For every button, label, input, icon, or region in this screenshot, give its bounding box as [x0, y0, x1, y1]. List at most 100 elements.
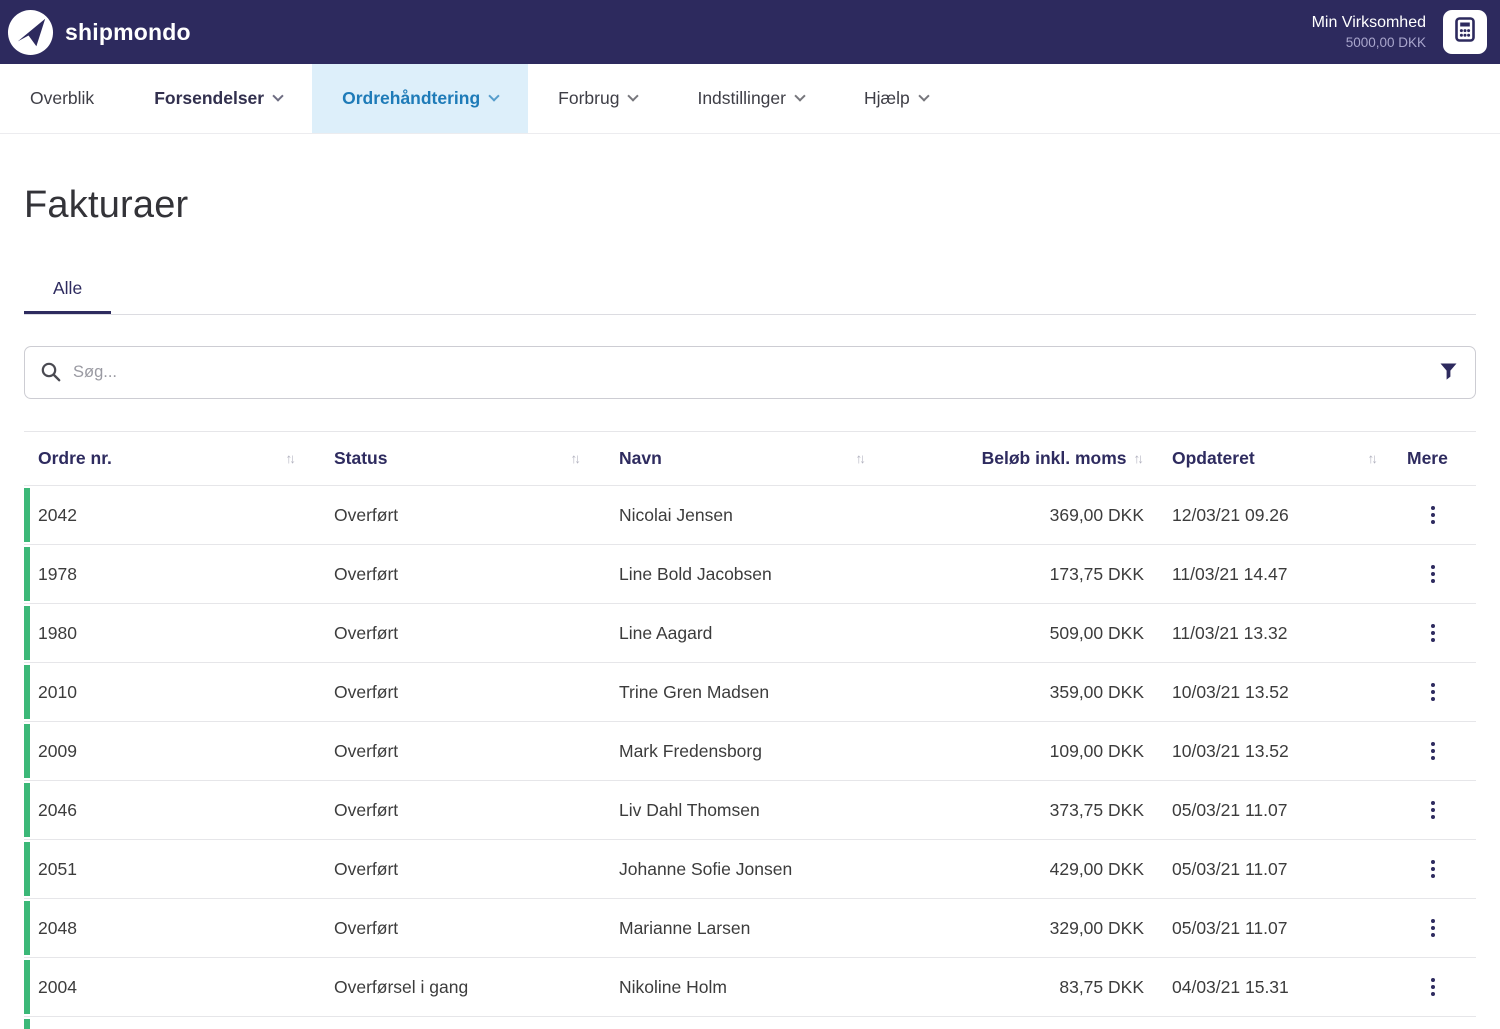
- cell-amount: 83,75 DKK: [890, 977, 1150, 998]
- search-row: [24, 346, 1476, 399]
- cell-name: Line Bold Jacobsen: [605, 564, 890, 585]
- nav-item-ordreh-ndtering[interactable]: Ordrehåndtering: [312, 64, 528, 133]
- cell-amount: 329,00 DKK: [890, 918, 1150, 939]
- cell-more: [1390, 559, 1476, 589]
- cell-name: Nicolai Jensen: [605, 505, 890, 526]
- cell-status: Overførsel i gang: [320, 977, 605, 998]
- balance-widget-button[interactable]: [1443, 10, 1487, 54]
- more-options-icon[interactable]: [1423, 677, 1443, 707]
- cell-name: Line Aagard: [605, 623, 890, 644]
- invoice-table: Ordre nr.↑↓Status↑↓Navn↑↓Beløb inkl. mom…: [24, 431, 1476, 1027]
- cell-more: [1390, 500, 1476, 530]
- cell-updated: 05/03/21 11.07: [1150, 918, 1390, 939]
- more-options-icon[interactable]: [1423, 913, 1443, 943]
- cell-name: Nikoline Holm: [605, 977, 890, 998]
- tabs: Alle: [24, 263, 1476, 315]
- table-row[interactable]: 2042OverførtNicolai Jensen369,00 DKK12/0…: [24, 486, 1476, 545]
- nav-item-label: Forbrug: [558, 88, 619, 109]
- nav-item-forbrug[interactable]: Forbrug: [528, 64, 667, 133]
- topbar: shipmondo Min Virksomhed 5000,00 DKK: [0, 0, 1500, 64]
- chevron-down-icon: [272, 90, 283, 101]
- chevron-down-icon: [918, 90, 929, 101]
- cell-updated: 11/03/21 13.32: [1150, 623, 1390, 644]
- nav-item-label: Indstillinger: [697, 88, 786, 109]
- cell-status: Overført: [320, 859, 605, 880]
- nav-item-indstillinger[interactable]: Indstillinger: [667, 64, 834, 133]
- more-options-icon[interactable]: [1423, 795, 1443, 825]
- cell-more: [1390, 795, 1476, 825]
- more-options-icon[interactable]: [1423, 736, 1443, 766]
- account-balance: 5000,00 DKK: [1312, 36, 1426, 50]
- more-options-icon[interactable]: [1423, 972, 1443, 1002]
- column-header-navn[interactable]: Navn↑↓: [605, 448, 890, 469]
- content: Fakturaer Alle Ordre nr.↑↓Status↑↓Navn↑↓…: [0, 184, 1500, 1027]
- column-header-mere: Mere: [1390, 448, 1476, 469]
- cell-status: Overført: [320, 564, 605, 585]
- cell-more: [1390, 972, 1476, 1002]
- column-header-ordre-nr[interactable]: Ordre nr.↑↓: [24, 448, 320, 469]
- cell-amount: 373,75 DKK: [890, 800, 1150, 821]
- table-row[interactable]: 2051OverførtJohanne Sofie Jonsen429,00 D…: [24, 840, 1476, 899]
- cell-updated: 04/03/21 15.31: [1150, 977, 1390, 998]
- cell-amount: 173,75 DKK: [890, 564, 1150, 585]
- nav-item-forsendelser[interactable]: Forsendelser: [124, 64, 312, 133]
- nav-item-overblik[interactable]: Overblik: [0, 64, 124, 133]
- more-options-icon[interactable]: [1423, 500, 1443, 530]
- cell-order-no: 1980: [24, 623, 320, 644]
- cell-order-no: 2010: [24, 682, 320, 703]
- column-header-status[interactable]: Status↑↓: [320, 448, 605, 469]
- cell-updated: 11/03/21 14.47: [1150, 564, 1390, 585]
- cell-order-no: 1978: [24, 564, 320, 585]
- column-header-label: Opdateret: [1172, 448, 1255, 469]
- table-row[interactable]: 1978OverførtLine Bold Jacobsen173,75 DKK…: [24, 545, 1476, 604]
- search-input[interactable]: [24, 346, 1476, 399]
- cell-updated: 10/03/21 13.52: [1150, 741, 1390, 762]
- cell-status: Overført: [320, 918, 605, 939]
- tab-label: Alle: [53, 278, 82, 298]
- cell-updated: 05/03/21 11.07: [1150, 859, 1390, 880]
- cell-status: Overført: [320, 623, 605, 644]
- cell-status: Overført: [320, 800, 605, 821]
- sort-icon: ↑↓: [286, 451, 297, 466]
- cell-amount: 359,00 DKK: [890, 682, 1150, 703]
- table-body: 2042OverførtNicolai Jensen369,00 DKK12/0…: [24, 486, 1476, 1017]
- table-row[interactable]: 2010OverførtTrine Gren Madsen359,00 DKK1…: [24, 663, 1476, 722]
- column-header-opdateret[interactable]: Opdateret ↑↓: [1150, 448, 1390, 469]
- cell-order-no: 2009: [24, 741, 320, 762]
- search-icon: [40, 361, 62, 388]
- table-row[interactable]: 2048OverførtMarianne Larsen329,00 DKK05/…: [24, 899, 1476, 958]
- calculator-icon: [1455, 17, 1475, 47]
- cell-more: [1390, 736, 1476, 766]
- table-row-partial: [24, 1017, 1476, 1027]
- topbar-right: Min Virksomhed 5000,00 DKK: [1312, 10, 1487, 54]
- cell-more: [1390, 913, 1476, 943]
- filter-icon[interactable]: [1440, 363, 1457, 386]
- brand-name[interactable]: shipmondo: [65, 19, 191, 46]
- table-row[interactable]: 2046OverførtLiv Dahl Thomsen373,75 DKK05…: [24, 781, 1476, 840]
- tab-alle[interactable]: Alle: [24, 263, 111, 314]
- more-options-icon[interactable]: [1423, 618, 1443, 648]
- shipmondo-logo-icon[interactable]: [7, 9, 54, 56]
- table-row[interactable]: 1980OverførtLine Aagard509,00 DKK11/03/2…: [24, 604, 1476, 663]
- cell-status: Overført: [320, 682, 605, 703]
- cell-amount: 109,00 DKK: [890, 741, 1150, 762]
- more-options-icon[interactable]: [1423, 854, 1443, 884]
- sort-icon: ↑↓: [571, 451, 582, 466]
- chevron-down-icon: [489, 90, 500, 101]
- table-row[interactable]: 2009OverførtMark Fredensborg109,00 DKK10…: [24, 722, 1476, 781]
- nav-item-label: Forsendelser: [154, 88, 264, 109]
- sort-icon: ↑↓: [1368, 451, 1379, 466]
- account-info[interactable]: Min Virksomhed 5000,00 DKK: [1312, 15, 1426, 50]
- cell-order-no: 2042: [24, 505, 320, 526]
- more-options-icon[interactable]: [1423, 559, 1443, 589]
- cell-order-no: 2004: [24, 977, 320, 998]
- main-nav: Overblik Forsendelser Ordrehåndtering Forbr…: [0, 64, 1500, 134]
- cell-amount: 369,00 DKK: [890, 505, 1150, 526]
- column-header-bel-b-inkl-moms[interactable]: Beløb inkl. moms↑↓: [890, 448, 1150, 469]
- cell-updated: 10/03/21 13.52: [1150, 682, 1390, 703]
- cell-updated: 05/03/21 11.07: [1150, 800, 1390, 821]
- table-row[interactable]: 2004Overførsel i gangNikoline Holm83,75 …: [24, 958, 1476, 1017]
- nav-item-hj-lp[interactable]: Hjælp: [834, 64, 958, 133]
- cell-order-no: 2046: [24, 800, 320, 821]
- column-header-label: Mere: [1407, 448, 1448, 469]
